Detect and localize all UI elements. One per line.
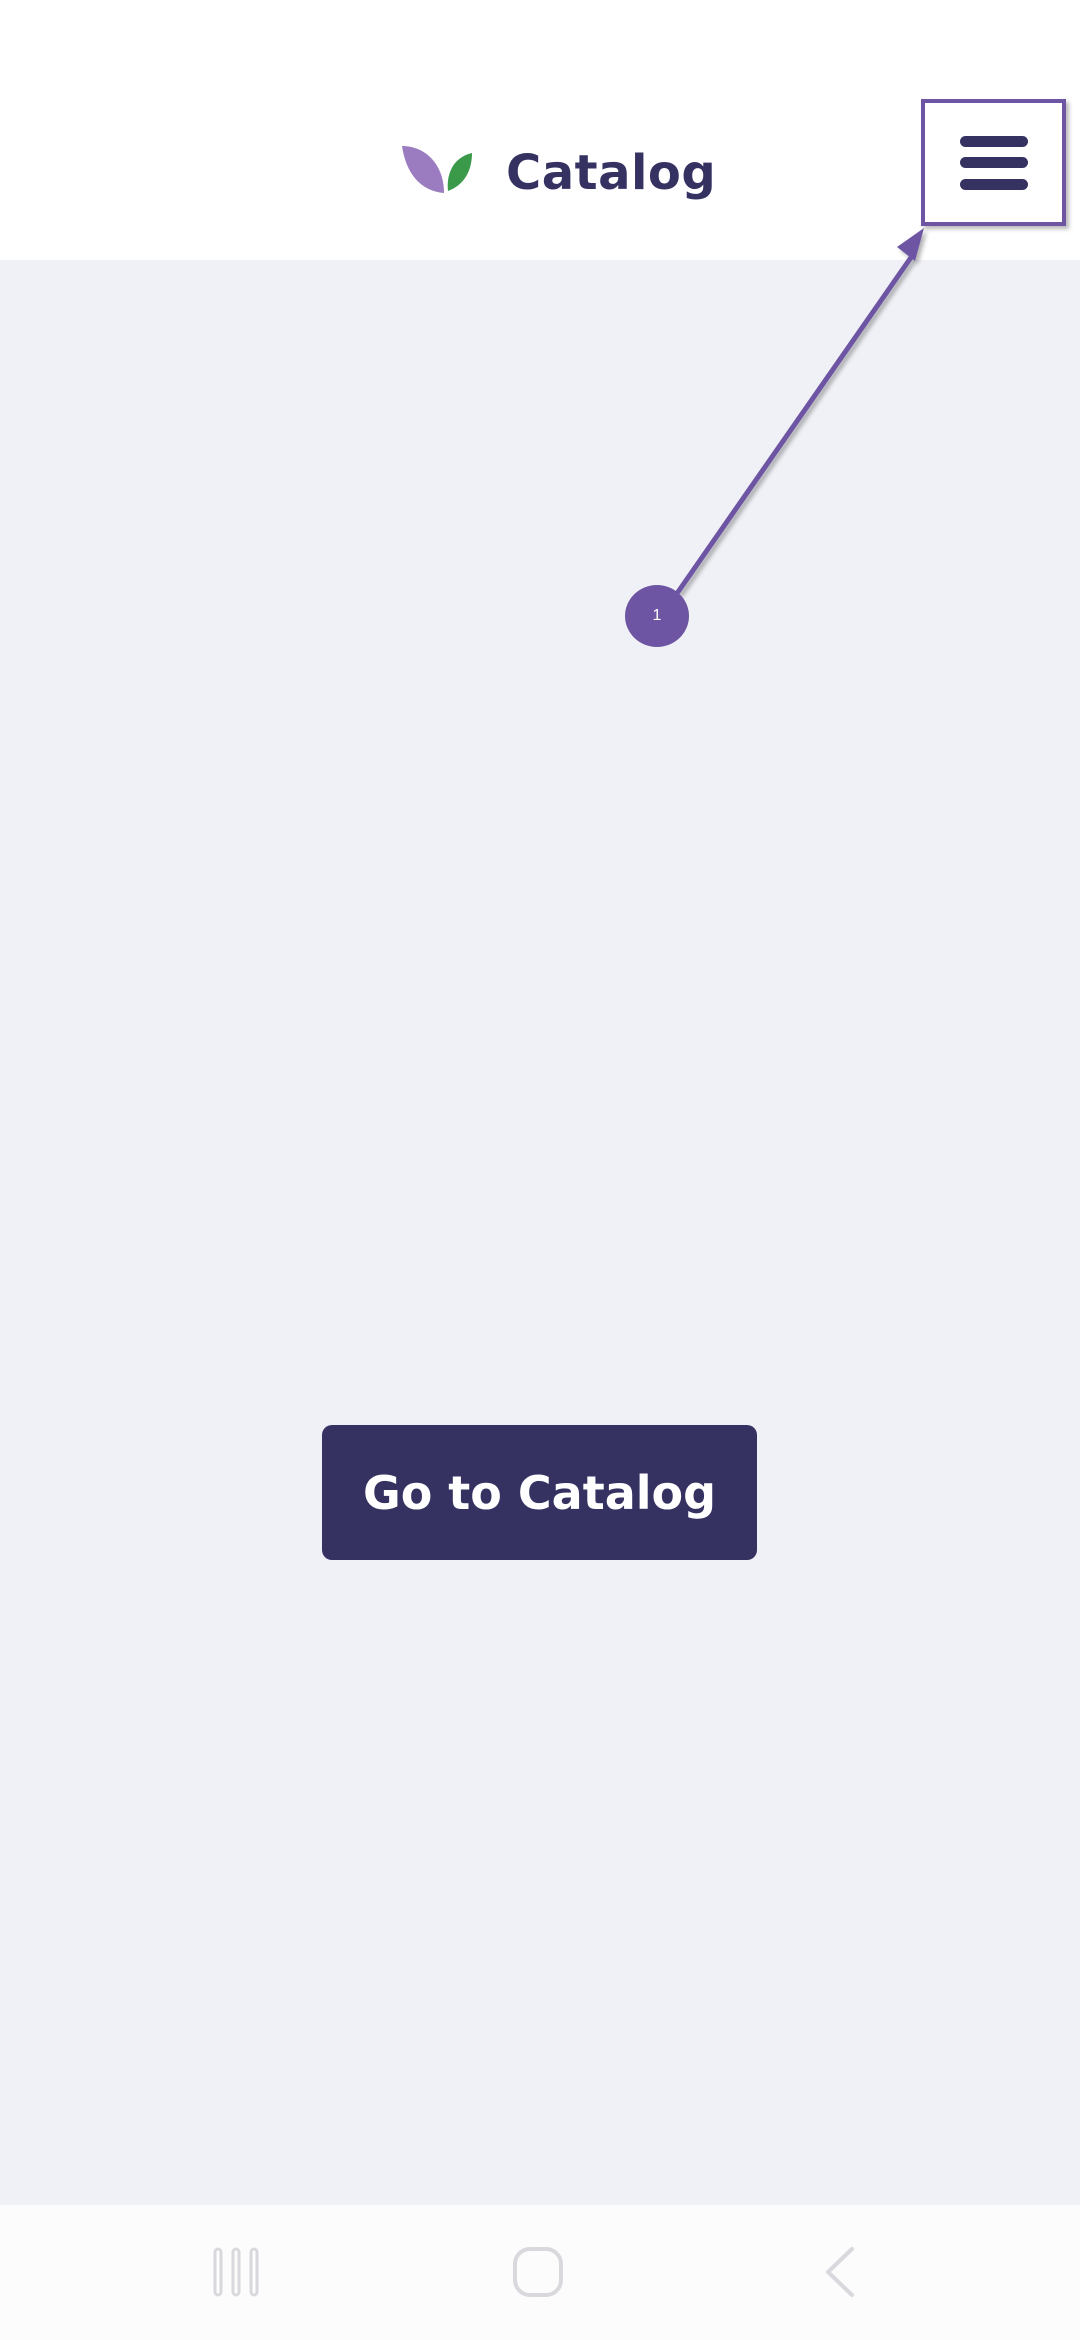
annotation-marker: 1 (625, 585, 689, 647)
hamburger-menu-icon (959, 135, 1028, 190)
home-button[interactable] (488, 2227, 588, 2317)
back-icon (826, 2247, 854, 2297)
go-to-catalog-button[interactable]: Go to Catalog (322, 1425, 757, 1560)
menu-button[interactable] (921, 99, 1066, 226)
leaf-logo-icon (402, 146, 472, 193)
main-content: Go to Catalog (0, 260, 1080, 2205)
brand[interactable]: Catalog (400, 138, 716, 208)
back-button[interactable] (790, 2227, 890, 2317)
app-header: Catalog (0, 0, 1080, 260)
app-title: Catalog (506, 145, 717, 201)
home-icon (513, 2247, 563, 2297)
recent-apps-icon (213, 2247, 259, 2297)
recent-apps-button[interactable] (186, 2227, 286, 2317)
system-navigation-bar (0, 2205, 1080, 2340)
